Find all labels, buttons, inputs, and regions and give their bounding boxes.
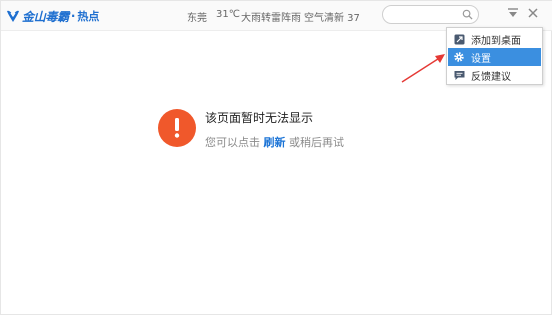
weather-temperature[interactable]: 31℃: [216, 9, 240, 20]
close-icon: [528, 8, 538, 18]
error-hint: 您可以点击 刷新 或稍后再试: [205, 134, 344, 150]
gear-icon: [453, 51, 465, 63]
brand-separator: ·: [70, 9, 76, 23]
hint-text-after: 或稍后再试: [289, 136, 344, 149]
close-button[interactable]: [525, 5, 541, 21]
menu-item-label: 添加到桌面: [471, 35, 521, 47]
app-window: 金山毒霸 · 热点 东莞 31℃ 大雨转雷阵雨 空气清新 37 添加到桌面 设置…: [0, 0, 552, 315]
air-quality[interactable]: 空气清新 37: [304, 9, 360, 24]
feedback-icon: [453, 69, 465, 81]
weather-city[interactable]: 东莞: [187, 9, 207, 24]
menu-item-feedback[interactable]: 反馈建议: [448, 66, 541, 84]
refresh-link[interactable]: 刷新: [264, 136, 286, 149]
duba-logo-icon: [7, 10, 19, 22]
section-name: 热点: [77, 10, 100, 23]
brand-logo: 金山毒霸 · 热点: [5, 7, 99, 25]
error-title: 该页面暂时无法显示: [205, 111, 314, 125]
add-to-desktop-icon: [453, 33, 465, 45]
chevron-down-icon: [508, 8, 518, 17]
menu-item-settings[interactable]: 设置: [448, 48, 541, 66]
error-icon: [158, 109, 196, 147]
menu-dropdown-button[interactable]: [505, 5, 521, 21]
weather-description[interactable]: 大雨转雷阵雨: [241, 9, 301, 24]
settings-menu: 添加到桌面 设置 反馈建议: [446, 27, 543, 85]
search-icon[interactable]: [462, 9, 473, 20]
menu-item-label: 设置: [471, 53, 491, 65]
hint-text-before: 您可以点击: [205, 136, 260, 149]
brand-name: 金山毒霸: [22, 9, 69, 24]
menu-item-add-to-desktop[interactable]: 添加到桌面: [448, 30, 541, 48]
menu-item-label: 反馈建议: [471, 71, 511, 83]
annotation-arrow: [401, 54, 445, 83]
search-input[interactable]: [382, 5, 479, 24]
